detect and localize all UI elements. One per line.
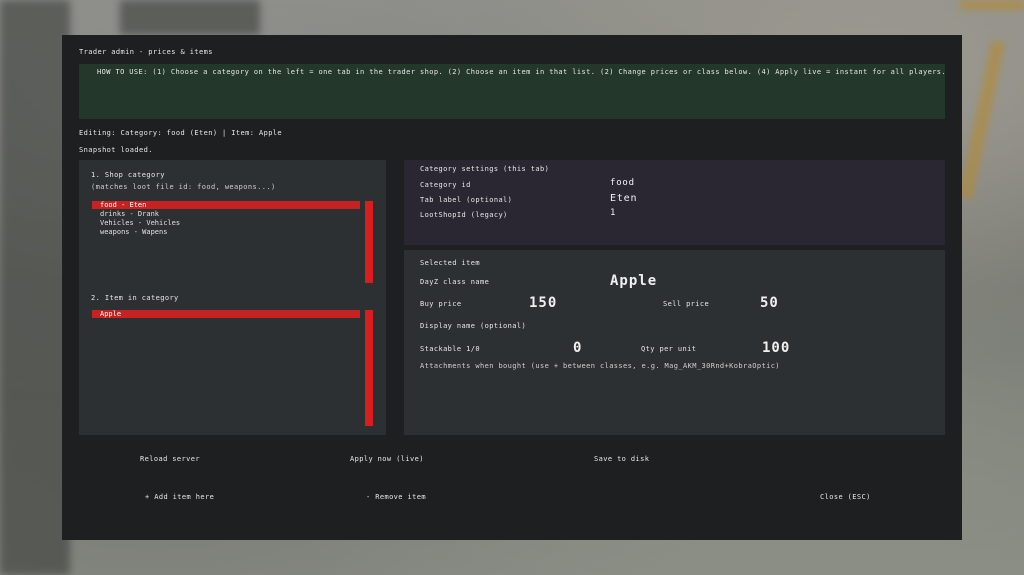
category-settings-title: Category settings (this tab) (420, 165, 550, 173)
status-message: Snapshot loaded. (79, 146, 153, 154)
selected-item-panel: Selected item DayZ class name Apple Buy … (404, 250, 945, 435)
class-name-label: DayZ class name (420, 278, 490, 286)
close-button[interactable]: Close (ESC) (820, 493, 871, 501)
shop-category-hint: (matches loot file id: food, weapons...) (91, 183, 276, 191)
qty-per-unit-label: Qty per unit (641, 345, 697, 353)
background-scenery (120, 0, 260, 35)
qty-per-unit-field[interactable]: 100 (762, 340, 790, 356)
background-scenery (0, 0, 70, 575)
background-scenery (958, 40, 1006, 200)
category-item-weapons[interactable]: weapons - Wapens (92, 228, 360, 236)
buy-price-label: Buy price (420, 300, 462, 308)
tab-label-field[interactable]: Eten (610, 193, 637, 204)
tab-label-label: Tab label (optional) (420, 196, 513, 204)
stackable-label: Stackable 1/0 (420, 345, 480, 353)
sell-price-field[interactable]: 50 (760, 295, 779, 311)
selected-item-title: Selected item (420, 259, 480, 267)
item-scrollbar[interactable] (365, 310, 373, 426)
category-item-food[interactable]: food - Eten (92, 201, 360, 209)
stackable-field[interactable]: 0 (573, 340, 582, 356)
item-apple[interactable]: Apple (92, 310, 360, 318)
category-id-field[interactable]: food (610, 178, 635, 188)
category-item-vehicles[interactable]: Vehicles - Vehicles (92, 219, 360, 227)
sell-price-label: Sell price (663, 300, 710, 308)
category-settings-panel: Category settings (this tab) Category id… (404, 160, 945, 245)
shop-category-title: 1. Shop category (91, 171, 165, 179)
buy-price-field[interactable]: 150 (529, 295, 557, 311)
trader-admin-window: Trader admin - prices & items HOW TO USE… (62, 35, 962, 540)
loot-shop-id-field[interactable]: 1 (610, 208, 616, 218)
editing-status: Editing: Category: food (Eten) | Item: A… (79, 129, 283, 137)
class-name-field[interactable]: Apple (610, 273, 657, 289)
attachments-label: Attachments when bought (use + between c… (420, 362, 780, 370)
item-category-panel: 2. Item in category Apple (79, 288, 386, 435)
category-item-drinks[interactable]: drinks - Drank (92, 210, 360, 218)
display-name-label: Display name (optional) (420, 322, 527, 330)
reload-server-button[interactable]: Reload server (140, 455, 200, 463)
background-scenery (960, 0, 1024, 10)
shop-category-panel: 1. Shop category (matches loot file id: … (79, 160, 386, 288)
howto-box: HOW TO USE: (1) Choose a category on the… (79, 64, 945, 119)
add-item-button[interactable]: + Add item here (145, 493, 214, 501)
item-category-title: 2. Item in category (91, 294, 179, 302)
save-to-disk-button[interactable]: Save to disk (594, 455, 649, 463)
remove-item-button[interactable]: - Remove item (366, 493, 426, 501)
howto-text: HOW TO USE: (1) Choose a category on the… (97, 68, 945, 76)
loot-shop-id-label: LootShopId (legacy) (420, 211, 508, 219)
window-title: Trader admin - prices & items (79, 48, 213, 56)
category-id-label: Category id (420, 181, 471, 189)
apply-live-button[interactable]: Apply now (live) (350, 455, 424, 463)
category-scrollbar[interactable] (365, 201, 373, 283)
